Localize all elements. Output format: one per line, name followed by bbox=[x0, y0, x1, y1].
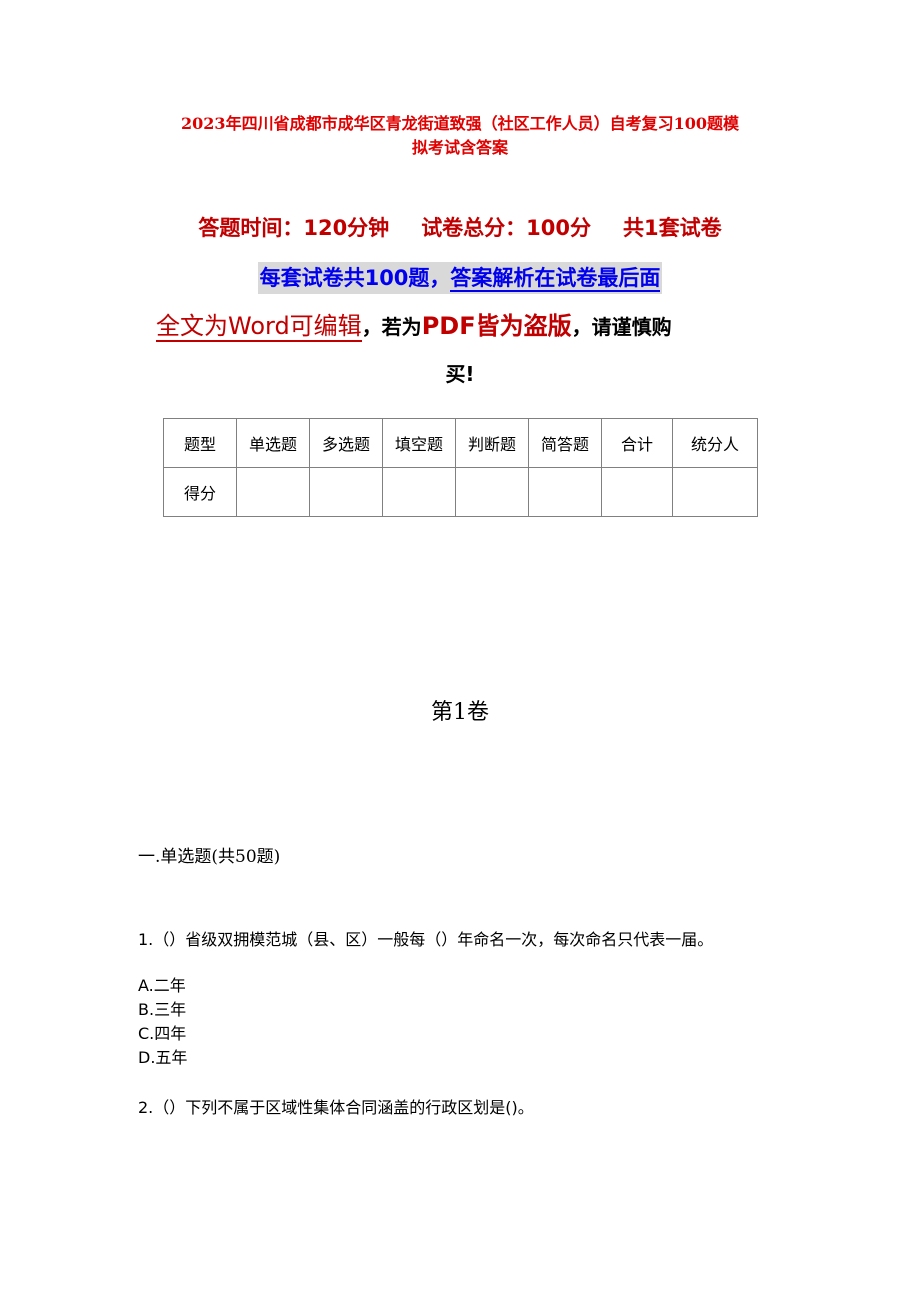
header-cell: 统分人 bbox=[672, 418, 758, 468]
score-table-row: 得分 bbox=[163, 467, 758, 517]
notice-link[interactable]: 答案解析在试卷最后面 bbox=[450, 266, 661, 292]
exam-meta: 答题时间：120分钟 试卷总分：100分 共1套试卷 bbox=[0, 212, 920, 244]
volume-heading: 第1卷 bbox=[431, 700, 489, 725]
score-cell[interactable] bbox=[309, 467, 383, 517]
score-cell[interactable] bbox=[455, 467, 529, 517]
header-cell: 简答题 bbox=[528, 418, 602, 468]
notice-part-1: 每套试卷共100题， bbox=[259, 266, 451, 290]
question-1-option-b[interactable]: B.三年 bbox=[138, 998, 186, 1022]
document-title: 2023年四川省成都市成华区青龙街道致强（社区工作人员）自考复习100题模 拟考… bbox=[120, 112, 800, 160]
score-table: 题型 单选题 多选题 填空题 判断题 简答题 合计 统分人 得分 bbox=[163, 418, 758, 517]
score-cell[interactable] bbox=[672, 467, 758, 517]
row-label-cell: 得分 bbox=[163, 467, 237, 517]
header-cell: 题型 bbox=[163, 418, 237, 468]
answer-notice: 每套试卷共100题，答案解析在试卷最后面 bbox=[0, 262, 920, 294]
word-notice-comma: ，若为 bbox=[361, 315, 422, 339]
word-notice-rest: ，请谨慎购 bbox=[571, 315, 672, 339]
score-cell[interactable] bbox=[601, 467, 673, 517]
header-cell: 合计 bbox=[601, 418, 673, 468]
word-notice-line-2: 买! bbox=[445, 362, 475, 386]
question-1-option-a[interactable]: A.二年 bbox=[138, 974, 186, 998]
header-cell: 单选题 bbox=[236, 418, 310, 468]
exam-set-count: 共1套试卷 bbox=[623, 216, 722, 240]
pdf-piracy-text: PDF皆为盗版 bbox=[421, 312, 572, 340]
exam-time: 答题时间：120分钟 bbox=[198, 216, 390, 240]
question-1-option-c[interactable]: C.四年 bbox=[138, 1022, 186, 1046]
header-cell: 填空题 bbox=[382, 418, 456, 468]
answer-notice-box: 每套试卷共100题，答案解析在试卷最后面 bbox=[257, 262, 663, 294]
score-cell[interactable] bbox=[236, 467, 310, 517]
word-editable-text[interactable]: 全文为Word可编辑 bbox=[156, 312, 362, 342]
word-notice: 全文为Word可编辑，若为PDF皆为盗版，请谨慎购 bbox=[156, 308, 776, 345]
header-cell: 判断题 bbox=[455, 418, 529, 468]
score-table-header-row: 题型 单选题 多选题 填空题 判断题 简答题 合计 统分人 bbox=[163, 418, 758, 468]
header-cell: 多选题 bbox=[309, 418, 383, 468]
exam-total-score: 试卷总分：100分 bbox=[421, 216, 592, 240]
section-heading: 一.单选题(共50题) bbox=[138, 847, 281, 867]
question-2: 2.（）下列不属于区域性集体合同涵盖的行政区划是()。 bbox=[138, 1098, 534, 1117]
question-1: 1.（）省级双拥模范城（县、区）一般每（）年命名一次，每次命名只代表一届。 bbox=[138, 930, 714, 949]
score-cell[interactable] bbox=[528, 467, 602, 517]
question-1-option-d[interactable]: D.五年 bbox=[138, 1046, 187, 1070]
title-line-1: 2023年四川省成都市成华区青龙街道致强（社区工作人员）自考复习100题模 bbox=[181, 114, 739, 133]
title-line-2: 拟考试含答案 bbox=[411, 138, 508, 157]
score-cell[interactable] bbox=[382, 467, 456, 517]
